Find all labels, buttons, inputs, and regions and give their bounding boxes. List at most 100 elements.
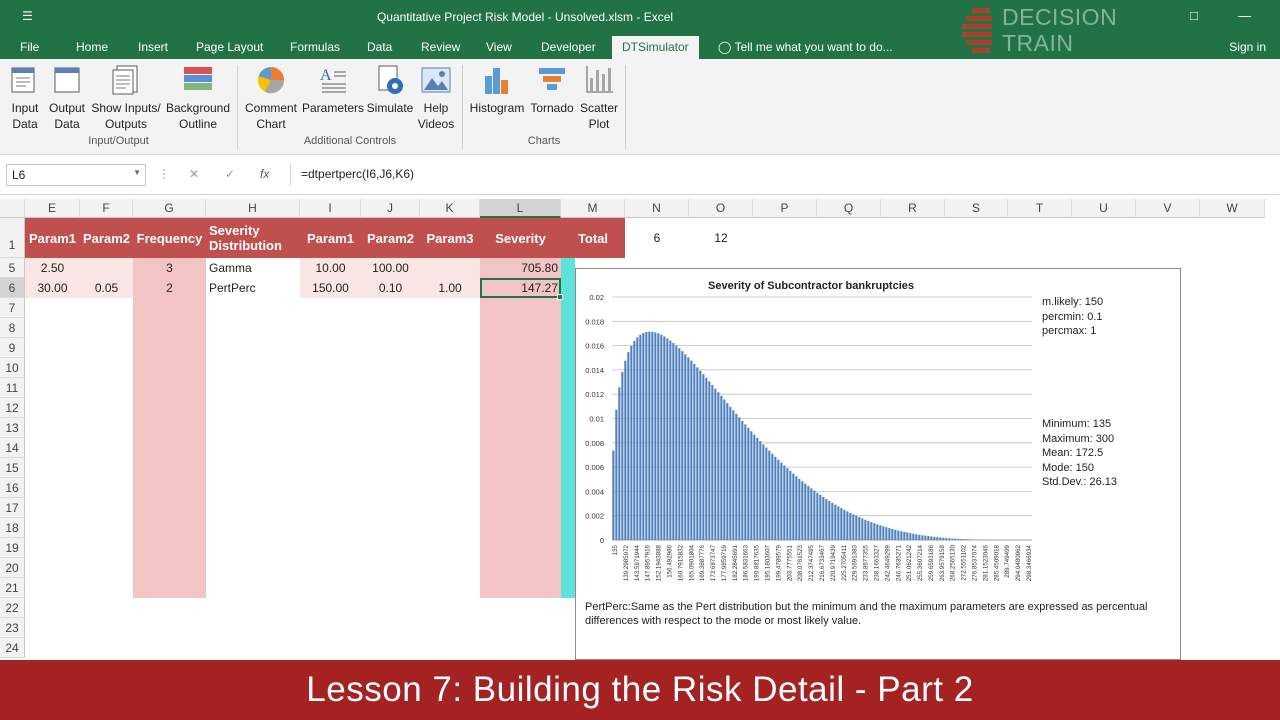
cell-f5[interactable] [80, 258, 133, 278]
severity-chart[interactable]: Severity of Subcontractor bankruptcies 0 0… [575, 268, 1181, 660]
cell-l6[interactable]: 147.27 [480, 278, 561, 298]
row-header-14[interactable]: 14 [0, 438, 25, 458]
sign-in-link[interactable]: Sign in [1229, 40, 1266, 54]
parameters-button[interactable]: A Parameters [301, 64, 365, 116]
header-cell-h[interactable]: Severity Distribution [206, 218, 300, 258]
column-header-g[interactable]: G [133, 199, 206, 218]
column-header-j[interactable]: J [361, 199, 420, 218]
tell-me-search[interactable]: ◯ Tell me what you want to do... [718, 40, 893, 54]
cell-k5[interactable] [420, 258, 480, 278]
row-header-19[interactable]: 19 [0, 538, 25, 558]
cell-h6[interactable]: PertPerc [206, 278, 300, 298]
header-cell-i[interactable]: Param1 [300, 218, 361, 258]
row-header-10[interactable]: 10 [0, 358, 25, 378]
header-cell-k[interactable]: Param3 [420, 218, 480, 258]
header-cell-m[interactable]: Total [561, 218, 625, 258]
tab-dtsimulator[interactable]: DTSimulator [612, 36, 699, 59]
cell-j5[interactable]: 100.00 [361, 258, 420, 278]
row-header-5[interactable]: 5 [0, 258, 25, 278]
tab-file[interactable]: File [20, 40, 39, 54]
tab-home[interactable]: Home [76, 40, 108, 54]
minimize-icon[interactable]: — [1238, 8, 1251, 23]
tab-developer[interactable]: Developer [541, 40, 596, 54]
cell-i5[interactable]: 10.00 [300, 258, 361, 278]
show-io-button[interactable]: Show Inputs/ Outputs [90, 64, 162, 132]
fill-handle[interactable] [557, 294, 563, 300]
select-all-corner[interactable] [0, 199, 25, 218]
comment-chart-button[interactable]: Comment Chart [242, 64, 300, 132]
cell-h5[interactable]: Gamma [206, 258, 300, 278]
column-header-f[interactable]: F [80, 199, 133, 218]
ribbon-display-icon[interactable]: □ [1190, 8, 1198, 23]
column-header-o[interactable]: O [689, 199, 753, 218]
tab-formulas[interactable]: Formulas [290, 40, 340, 54]
header-cell-e[interactable]: Param1 [25, 218, 80, 258]
header-cell-l[interactable]: Severity [480, 218, 561, 258]
row-header-7[interactable]: 7 [0, 298, 25, 318]
cell-i6[interactable]: 150.00 [300, 278, 361, 298]
row-header-6[interactable]: 6 [0, 278, 25, 298]
column-header-q[interactable]: Q [817, 199, 881, 218]
row-header-12[interactable]: 12 [0, 398, 25, 418]
row-header-9[interactable]: 9 [0, 338, 25, 358]
column-header-k[interactable]: K [420, 199, 480, 218]
formula-input[interactable]: =dtpertperc(I6,J6,K6) [290, 164, 1280, 186]
column-header-s[interactable]: S [945, 199, 1008, 218]
cell-l5[interactable]: 705.80 [480, 258, 561, 278]
cell-e6[interactable]: 30.00 [25, 278, 80, 298]
scatter-plot-button[interactable]: Scatter Plot [577, 64, 621, 132]
header-cell-f[interactable]: Param2 [80, 218, 133, 258]
cell-j6[interactable]: 0.10 [361, 278, 420, 298]
enter-icon[interactable]: ✓ [225, 167, 235, 181]
row-header-21[interactable]: 21 [0, 578, 25, 598]
tab-insert[interactable]: Insert [138, 40, 168, 54]
input-data-button[interactable]: Input Data [6, 64, 44, 132]
help-videos-button[interactable]: Help Videos [417, 64, 455, 132]
background-outline-button[interactable]: Background Outline [163, 64, 233, 132]
cell-e5[interactable]: 2.50 [25, 258, 80, 278]
cell-o1[interactable]: 12 [689, 218, 753, 258]
header-cell-g[interactable]: Frequency [133, 218, 206, 258]
row-header-1[interactable]: 1 [0, 218, 25, 258]
tab-view[interactable]: View [486, 40, 512, 54]
column-header-m[interactable]: M [561, 199, 625, 218]
simulate-button[interactable]: Simulate [365, 64, 415, 116]
column-header-v[interactable]: V [1136, 199, 1200, 218]
column-header-r[interactable]: R [881, 199, 945, 218]
row-header-13[interactable]: 13 [0, 418, 25, 438]
column-header-u[interactable]: U [1072, 199, 1136, 218]
more-options-icon[interactable]: ⋮ [158, 167, 170, 181]
row-header-18[interactable]: 18 [0, 518, 25, 538]
row-header-20[interactable]: 20 [0, 558, 25, 578]
column-header-l[interactable]: L [480, 199, 561, 218]
row-header-8[interactable]: 8 [0, 318, 25, 338]
histogram-button[interactable]: Histogram [468, 64, 526, 116]
cell-k6[interactable]: 1.00 [420, 278, 480, 298]
row-header-24[interactable]: 24 [0, 638, 25, 658]
chevron-down-icon[interactable]: ▼ [133, 168, 141, 177]
column-header-w[interactable]: W [1200, 199, 1265, 218]
column-header-t[interactable]: T [1008, 199, 1072, 218]
insert-function-icon[interactable]: fx [260, 167, 269, 181]
tornado-button[interactable]: Tornado [527, 64, 577, 116]
row-header-22[interactable]: 22 [0, 598, 25, 618]
cancel-icon[interactable]: ✕ [189, 167, 199, 181]
header-cell-j[interactable]: Param2 [361, 218, 420, 258]
tab-data[interactable]: Data [367, 40, 392, 54]
row-header-11[interactable]: 11 [0, 378, 25, 398]
output-data-button[interactable]: Output Data [46, 64, 88, 132]
column-header-h[interactable]: H [206, 199, 300, 218]
cell-g5[interactable]: 3 [133, 258, 206, 278]
column-header-p[interactable]: P [753, 199, 817, 218]
row-header-16[interactable]: 16 [0, 478, 25, 498]
tab-page-layout[interactable]: Page Layout [196, 40, 263, 54]
cell-n1[interactable]: 6 [625, 218, 689, 258]
column-header-n[interactable]: N [625, 199, 689, 218]
column-header-e[interactable]: E [25, 199, 80, 218]
row-header-23[interactable]: 23 [0, 618, 25, 638]
row-header-15[interactable]: 15 [0, 458, 25, 478]
row-header-17[interactable]: 17 [0, 498, 25, 518]
cell-g6[interactable]: 2 [133, 278, 206, 298]
column-header-i[interactable]: I [300, 199, 361, 218]
name-box[interactable]: L6 ▼ [6, 164, 146, 186]
